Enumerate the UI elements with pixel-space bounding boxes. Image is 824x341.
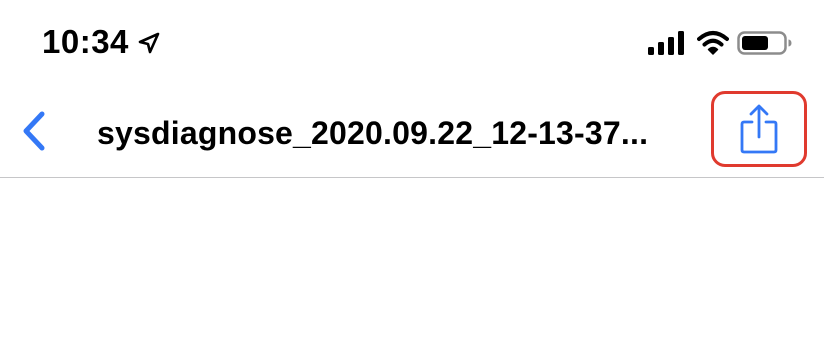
battery-icon (737, 31, 792, 55)
page-title: sysdiagnose_2020.09.22_12-13-37... (97, 115, 649, 151)
wifi-icon (697, 31, 729, 55)
status-time: 10:34 (42, 23, 129, 60)
content-area (0, 178, 824, 341)
status-bar: 10:34 (0, 0, 824, 84)
share-button[interactable] (711, 91, 807, 167)
screen: 10:34 sysdiagnose_2020.09.22_12-13-37... (0, 0, 824, 341)
cellular-signal-icon (648, 31, 684, 55)
chevron-left-icon (23, 111, 45, 151)
location-arrow-icon (138, 32, 160, 54)
back-button[interactable] (14, 108, 54, 154)
navigation-bar: sysdiagnose_2020.09.22_12-13-37... (0, 84, 824, 178)
share-icon (740, 104, 778, 154)
